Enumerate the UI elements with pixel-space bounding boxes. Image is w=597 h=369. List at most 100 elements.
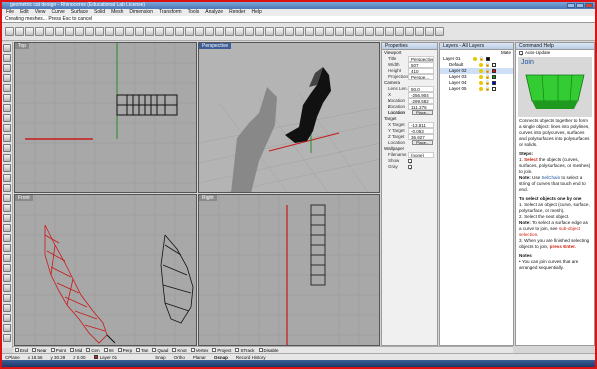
viewport-right[interactable]: Right bbox=[198, 194, 380, 346]
toolbar-button[interactable] bbox=[305, 27, 314, 36]
toolbar-button[interactable] bbox=[175, 27, 184, 36]
toolbar-button[interactable] bbox=[85, 27, 94, 36]
property-value[interactable]: Perspe... bbox=[408, 74, 434, 80]
osnap-checkbox[interactable] bbox=[103, 348, 108, 352]
menu-render[interactable]: Render bbox=[229, 9, 245, 16]
osnap-checkbox[interactable] bbox=[117, 348, 122, 352]
tool-button[interactable] bbox=[3, 64, 11, 72]
tool-button[interactable] bbox=[3, 254, 11, 262]
toolbar-button[interactable] bbox=[415, 27, 424, 36]
tool-button[interactable] bbox=[3, 154, 11, 162]
menu-tools[interactable]: Tools bbox=[188, 9, 200, 16]
osnap-checkbox[interactable] bbox=[70, 348, 75, 352]
selchain-link[interactable]: SelChain bbox=[541, 175, 560, 180]
toolbar-button[interactable] bbox=[225, 27, 234, 36]
tool-button[interactable] bbox=[3, 324, 11, 332]
menu-view[interactable]: View bbox=[35, 9, 46, 16]
toolbar-button[interactable] bbox=[25, 27, 34, 36]
command-line[interactable]: Creating meshes... Press Esc to cancel bbox=[2, 16, 595, 23]
osnap-option[interactable]: Tan bbox=[136, 348, 148, 353]
viewport-perspective[interactable]: Perspective bbox=[198, 42, 380, 193]
maximize-button[interactable] bbox=[576, 3, 584, 8]
menu-mesh[interactable]: Mesh bbox=[111, 9, 123, 16]
osnap-checkbox[interactable] bbox=[172, 348, 177, 352]
tool-button[interactable] bbox=[3, 84, 11, 92]
toolbar-button[interactable] bbox=[245, 27, 254, 36]
menu-transform[interactable]: Transform bbox=[159, 9, 182, 16]
tool-button[interactable] bbox=[3, 184, 11, 192]
tool-button[interactable] bbox=[3, 244, 11, 252]
toolbar-button[interactable] bbox=[135, 27, 144, 36]
tool-button[interactable] bbox=[3, 234, 11, 242]
layer-color-swatch[interactable] bbox=[485, 57, 490, 61]
osnap-checkbox[interactable] bbox=[50, 348, 55, 352]
toolbar-button[interactable] bbox=[205, 27, 214, 36]
layer-visible-icon[interactable] bbox=[479, 69, 483, 73]
toolbar-button[interactable] bbox=[185, 27, 194, 36]
osnap-checkbox[interactable] bbox=[86, 348, 91, 352]
menu-dimension[interactable]: Dimension bbox=[129, 9, 153, 16]
osnap-checkbox[interactable] bbox=[258, 348, 263, 352]
tool-button[interactable] bbox=[3, 224, 11, 232]
tool-button[interactable] bbox=[3, 314, 11, 322]
osnap-checkbox[interactable] bbox=[15, 348, 19, 352]
layer-visible-icon[interactable] bbox=[479, 75, 483, 79]
osnap-checkbox[interactable] bbox=[235, 348, 240, 352]
toolbar-button[interactable] bbox=[115, 27, 124, 36]
toolbar-button[interactable] bbox=[45, 27, 54, 36]
toolbar-button[interactable] bbox=[325, 27, 334, 36]
layer-color-swatch[interactable] bbox=[491, 87, 496, 91]
record-history-toggle[interactable]: Record History bbox=[236, 355, 266, 360]
osnap-option[interactable]: Knot bbox=[172, 348, 187, 353]
toolbar-button[interactable] bbox=[35, 27, 44, 36]
tool-button[interactable] bbox=[3, 44, 11, 52]
tool-button[interactable] bbox=[3, 264, 11, 272]
snap-toggle[interactable]: Snap bbox=[155, 355, 166, 360]
toolbar-button[interactable] bbox=[295, 27, 304, 36]
viewport-right-label[interactable]: Right bbox=[199, 195, 217, 201]
osnap-checkbox[interactable] bbox=[136, 348, 141, 352]
layer-visible-icon[interactable] bbox=[479, 63, 483, 67]
layer-lock-icon[interactable]: 🔓 bbox=[485, 86, 490, 92]
toolbar-button[interactable] bbox=[5, 27, 14, 36]
osnap-option[interactable]: Near bbox=[32, 348, 47, 353]
toolbar-button[interactable] bbox=[385, 27, 394, 36]
toolbar-button[interactable] bbox=[355, 27, 364, 36]
toolbar-button[interactable] bbox=[425, 27, 434, 36]
osnap-option[interactable]: STrack bbox=[235, 348, 255, 353]
gray-checkbox[interactable]: ✓ bbox=[408, 165, 413, 171]
toolbar-button[interactable] bbox=[65, 27, 74, 36]
toolbar-button[interactable] bbox=[95, 27, 104, 36]
toolbar-button[interactable] bbox=[155, 27, 164, 36]
toolbar-button[interactable] bbox=[405, 27, 414, 36]
tool-button[interactable] bbox=[3, 74, 11, 82]
tool-button[interactable] bbox=[3, 194, 11, 202]
toolbar-button[interactable] bbox=[55, 27, 64, 36]
menu-edit[interactable]: Edit bbox=[20, 9, 29, 16]
tool-button[interactable] bbox=[3, 334, 11, 342]
tool-button[interactable] bbox=[3, 304, 11, 312]
tool-button[interactable] bbox=[3, 274, 11, 282]
toolbar-button[interactable] bbox=[15, 27, 24, 36]
tool-button[interactable] bbox=[3, 174, 11, 182]
toolbar-button[interactable] bbox=[235, 27, 244, 36]
tool-button[interactable] bbox=[3, 104, 11, 112]
toolbar-button[interactable] bbox=[105, 27, 114, 36]
osnap-option[interactable]: Vertex bbox=[190, 348, 208, 353]
viewport-front[interactable]: Front bbox=[14, 194, 197, 346]
target-place-button[interactable]: Place... bbox=[412, 140, 434, 145]
toolbar-button[interactable] bbox=[165, 27, 174, 36]
viewport-top-label[interactable]: Top bbox=[15, 43, 30, 49]
viewport-front-label[interactable]: Front bbox=[15, 195, 33, 201]
layer-row[interactable]: Layer 05 🔓 bbox=[440, 86, 513, 92]
ortho-toggle[interactable]: Ortho bbox=[174, 355, 185, 360]
minimize-button[interactable] bbox=[567, 3, 575, 8]
toolbar-button[interactable] bbox=[275, 27, 284, 36]
toolbar-button[interactable] bbox=[345, 27, 354, 36]
current-layer[interactable]: Layer 01 bbox=[93, 355, 117, 360]
tool-button[interactable] bbox=[3, 144, 11, 152]
toolbar-button[interactable] bbox=[75, 27, 84, 36]
layer-color-swatch[interactable] bbox=[491, 81, 496, 85]
planar-toggle[interactable]: Planar bbox=[193, 355, 206, 360]
tool-button[interactable] bbox=[3, 114, 11, 122]
